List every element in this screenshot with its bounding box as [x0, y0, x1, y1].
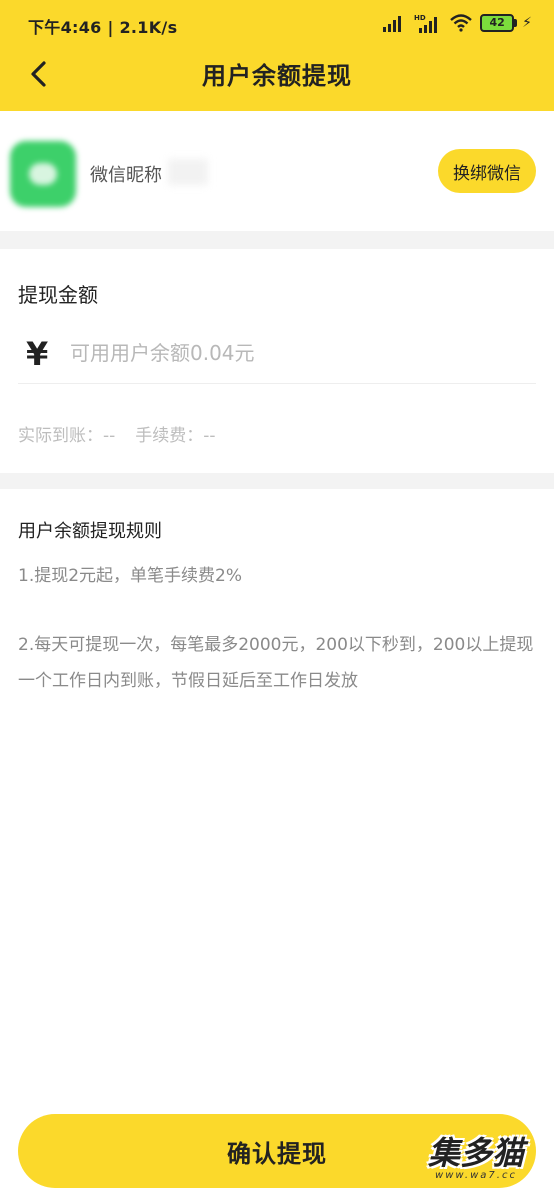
fee-text: 手续费：-- — [135, 426, 216, 446]
withdraw-amount-section: 提现金额 ¥ 实际到账：-- 手续费：-- — [0, 249, 554, 473]
status-bar: 下午4:46 | 2.1K/s HD 42 ⚡ — [0, 0, 554, 46]
wifi-icon — [450, 14, 472, 32]
charging-icon: ⚡ — [522, 15, 532, 31]
status-time: 下午4:46 | 2.1K/s — [28, 18, 178, 37]
wechat-avatar-icon — [10, 141, 76, 207]
withdraw-amount-input[interactable] — [70, 331, 530, 375]
actual-received-text: 实际到账：-- — [18, 426, 116, 446]
withdraw-amount-label: 提现金额 — [18, 283, 98, 307]
input-divider — [18, 383, 536, 384]
rules-title: 用户余额提现规则 — [18, 521, 162, 542]
yen-icon: ¥ — [26, 335, 49, 373]
page-title: 用户余额提现 — [202, 62, 352, 90]
rule-item: 1.提现2元起，单笔手续费2% — [18, 566, 243, 586]
wechat-account-card: 微信昵称 换绑微信 — [0, 111, 554, 231]
battery-icon: 42 — [480, 14, 518, 32]
fee-row: 实际到账：-- 手续费：-- — [18, 421, 216, 446]
section-divider — [0, 231, 554, 249]
watermark-text: 集多猫 — [427, 1134, 524, 1172]
rule-item: 2.每天可提现一次，每笔最多2000元，200以下秒到，200以上提现一个工作日… — [18, 635, 534, 691]
signal-icon — [383, 16, 402, 32]
wechat-nickname: 微信昵称 — [90, 165, 162, 186]
svg-text:HD: HD — [414, 14, 426, 22]
app-header: 下午4:46 | 2.1K/s HD 42 ⚡ 用户余额提现 — [0, 0, 554, 111]
hd-signal-icon: HD — [414, 14, 438, 33]
status-icons: HD 42 ⚡ — [382, 12, 532, 34]
watermark-logo: 集多猫 www.wa7.cc — [412, 1128, 540, 1192]
rebind-wechat-button[interactable]: 换绑微信 — [438, 149, 536, 193]
nickname-blur — [168, 159, 208, 185]
section-divider — [0, 473, 554, 489]
